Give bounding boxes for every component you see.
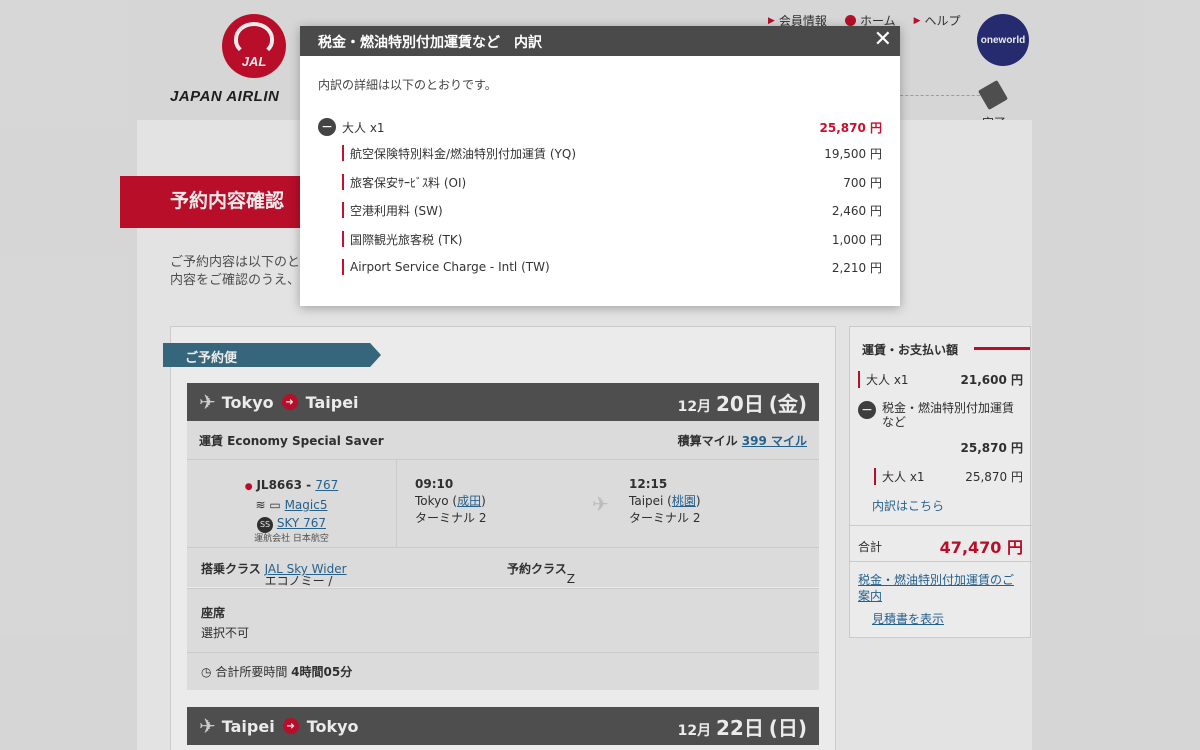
modal-item: 旅客保安ｻｰﾋﾞｽ料 (OI) 700 円 [342,174,882,190]
modal-item: Airport Service Charge - Intl (TW) 2,210 … [342,259,882,275]
modal-item: 国際観光旅客税 (TK) 1,000 円 [342,231,882,247]
modal-item: 航空保険特別料金/燃油特別付加運賃 (YQ) 19,500 円 [342,145,882,161]
tax-breakdown-modal: 税金・燃油特別付加運賃など 内訳 ✕ 内訳の詳細は以下のとおりです。 − 大人 … [300,26,900,306]
minus-circle-icon[interactable]: − [318,118,336,136]
modal-group-row: − 大人 x1 25,870 円 [318,118,882,136]
modal-lead: 内訳の詳細は以下のとおりです。 [318,78,497,92]
modal-header: 税金・燃油特別付加運賃など 内訳 ✕ [300,26,900,56]
close-icon[interactable]: ✕ [874,28,892,52]
modal-title: 税金・燃油特別付加運賃など 内訳 [318,35,542,51]
modal-item: 空港利用料 (SW) 2,460 円 [342,202,882,218]
